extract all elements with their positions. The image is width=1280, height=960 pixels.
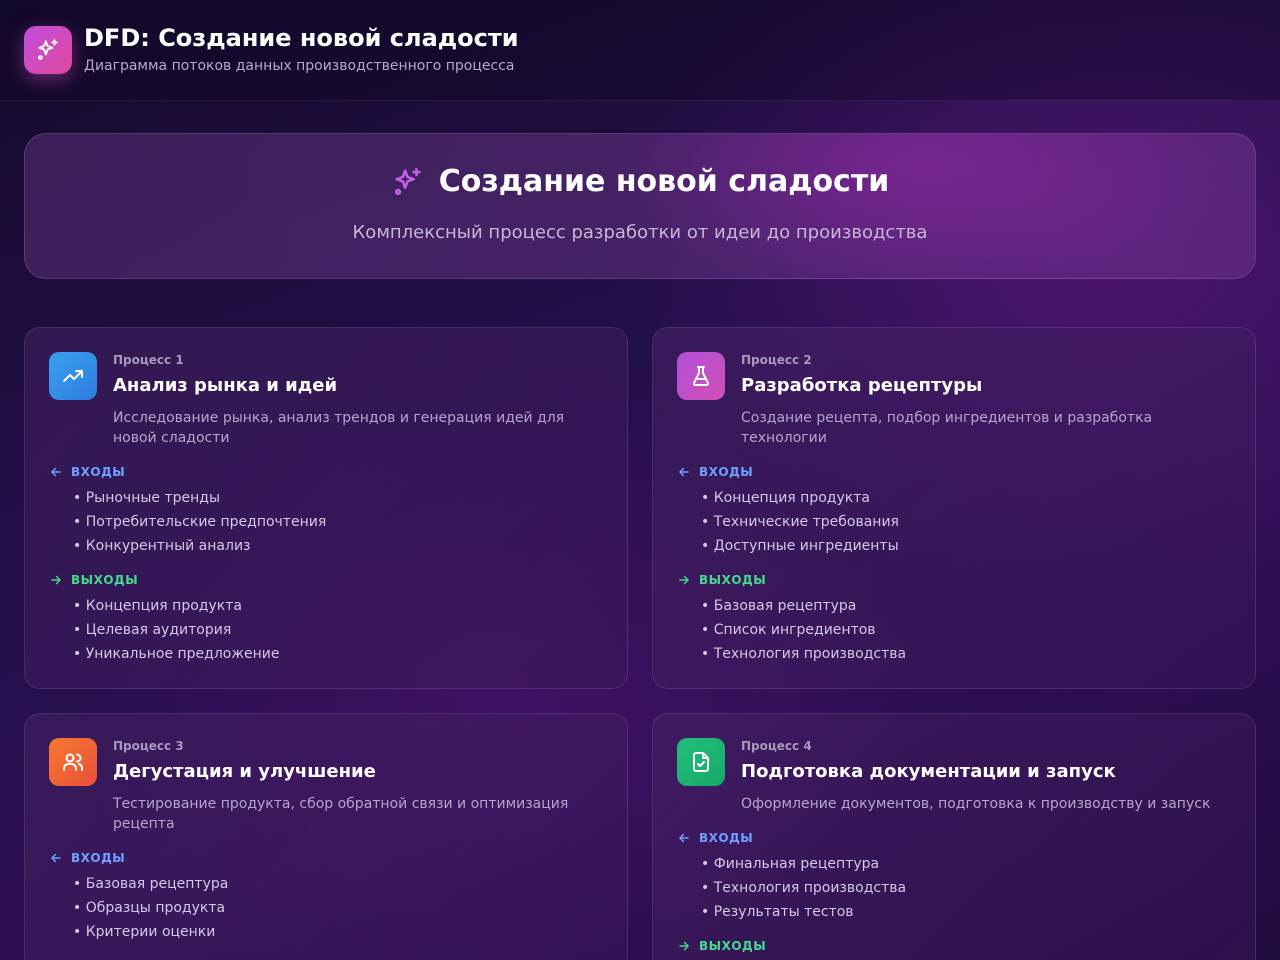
process-description: Исследование рынка, анализ трендов и ген… [113,410,565,446]
inputs-list: Концепция продукта Технические требовани… [701,486,899,558]
list-item: Результаты тестов [701,900,906,924]
app-title: DFD: Создание новой сладости [84,24,519,52]
process-title: Подготовка документации и запуск [741,761,1116,782]
app-logo [24,26,72,74]
inputs-label: ВХОДЫ [677,465,753,479]
arrow-right-icon [679,575,689,585]
list-item: Технология производства [701,642,906,666]
list-item: Доступные ингредиенты [701,534,899,558]
process-number: Процесс 2 [741,353,812,367]
arrow-left-icon [51,853,61,863]
list-item: Технология производства [701,876,906,900]
process-icon-box [677,352,725,400]
list-item: Критерии оценки [73,920,228,944]
list-item: Рыночные тренды [73,486,326,510]
process-icon-box [49,738,97,786]
process-card-2: Процесс 2 Разработка рецептуры Создание … [652,327,1256,689]
process-title: Дегустация и улучшение [113,761,376,782]
users-icon [63,753,83,771]
app-subtitle: Диаграмма потоков данных производственно… [84,58,515,74]
arrow-left-icon [679,833,689,843]
outputs-list: Базовая рецептура Список ингредиентов Те… [701,594,906,666]
hero-banner: Создание новой сладости Комплексный проц… [24,133,1256,279]
list-item: Целевая аудитория [73,618,279,642]
process-icon-box [677,738,725,786]
process-number: Процесс 1 [113,353,184,367]
process-number: Процесс 3 [113,739,184,753]
flask-icon [692,366,710,386]
list-item: Потребительские предпочтения [73,510,327,534]
sparkles-icon [394,167,421,195]
list-item: Финальная рецептура [701,852,906,876]
list-item: Базовая рецептура [701,594,906,618]
hero-title: Создание новой сладости [438,164,890,199]
process-card-1: Процесс 1 Анализ рынка и идей Исследован… [24,327,628,689]
inputs-list: Рыночные тренды Потребительские предпочт… [73,486,327,558]
list-item: Уникальное предложение [73,642,280,666]
inputs-label: ВХОДЫ [49,851,125,865]
list-item: Технические требования [701,510,899,534]
process-card-3: Процесс 3 Дегустация и улучшение Тестиро… [24,713,628,960]
process-card-4: Процесс 4 Подготовка документации и запу… [652,713,1256,960]
outputs-label: ВЫХОДЫ [677,573,766,587]
trending-up-icon [63,370,83,382]
list-item: Концепция продукта [701,486,899,510]
process-title: Разработка рецептуры [741,375,983,396]
process-icon-box [49,352,97,400]
list-item: Базовая рецептура [73,872,229,896]
arrow-right-icon [51,575,61,585]
arrow-left-icon [51,467,61,477]
hero-subtitle: Комплексный процесс разработки от идеи д… [352,222,928,243]
process-number: Процесс 4 [741,739,812,753]
process-description: Тестирование продукта, сбор обратной свя… [113,796,569,832]
arrow-left-icon [679,467,689,477]
list-item: Концепция продукта [73,594,279,618]
outputs-list: Концепция продукта Целевая аудитория Уни… [73,594,280,666]
list-item: Образцы продукта [73,896,228,920]
file-check-icon [693,752,709,772]
inputs-list: Базовая рецептура Образцы продукта Крите… [73,872,229,944]
process-description: Оформление документов, подготовка к прои… [741,796,1211,812]
process-description: Создание рецепта, подбор ингредиентов и … [741,410,1153,446]
inputs-list: Финальная рецептура Технология производс… [701,852,906,924]
arrow-right-icon [679,941,689,951]
outputs-label: ВЫХОДЫ [677,939,766,953]
list-item: Конкурентный анализ [73,534,326,558]
app-header: DFD: Создание новой сладости Диаграмма п… [0,0,1280,101]
inputs-label: ВХОДЫ [677,831,753,845]
sparkles-icon [38,39,58,60]
list-item: Список ингредиентов [701,618,906,642]
process-title: Анализ рынка и идей [113,375,338,396]
outputs-label: ВЫХОДЫ [49,573,138,587]
inputs-label: ВХОДЫ [49,465,125,479]
